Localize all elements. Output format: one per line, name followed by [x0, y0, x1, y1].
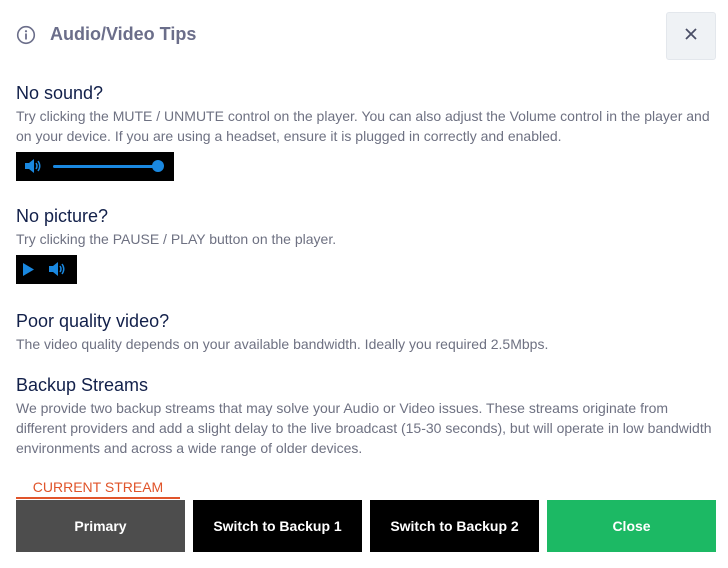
backup-1-button[interactable]: Switch to Backup 1	[193, 500, 362, 552]
section-text: The video quality depends on your availa…	[16, 336, 549, 352]
backup-2-button[interactable]: Switch to Backup 2	[370, 500, 539, 552]
current-stream-label: CURRENT STREAM	[16, 479, 180, 499]
volume-icon[interactable]	[48, 261, 66, 282]
play-player-demo	[16, 255, 77, 284]
volume-player-demo	[16, 152, 174, 181]
section-text: Try clicking the MUTE / UNMUTE control o…	[16, 108, 710, 144]
section-no-picture: No picture? Try clicking the PAUSE / PLA…	[16, 205, 714, 284]
section-text: Try clicking the PAUSE / PLAY button on …	[16, 231, 337, 247]
dialog-header: Audio/Video Tips	[16, 12, 716, 60]
dialog-close-button[interactable]	[666, 12, 716, 60]
section-poor-quality: Poor quality video? The video quality de…	[16, 310, 714, 354]
info-circle-icon	[16, 25, 36, 45]
volume-slider-track[interactable]	[53, 165, 157, 168]
volume-icon[interactable]	[24, 158, 42, 179]
close-icon	[684, 27, 698, 46]
section-heading: Poor quality video?	[16, 311, 170, 331]
primary-stream-button[interactable]: Primary	[16, 500, 185, 552]
section-text: We provide two backup streams that may s…	[16, 400, 712, 456]
section-no-sound: No sound? Try clicking the MUTE / UNMUTE…	[16, 82, 714, 181]
play-icon[interactable]	[22, 262, 36, 282]
dialog-title: Audio/Video Tips	[50, 24, 197, 44]
close-button[interactable]: Close	[547, 500, 716, 552]
section-backup-streams: Backup Streams We provide two backup str…	[16, 374, 714, 458]
section-heading: No picture?	[16, 206, 109, 226]
volume-slider-thumb[interactable]	[152, 160, 164, 172]
section-heading: No sound?	[16, 83, 104, 103]
section-heading: Backup Streams	[16, 375, 149, 395]
